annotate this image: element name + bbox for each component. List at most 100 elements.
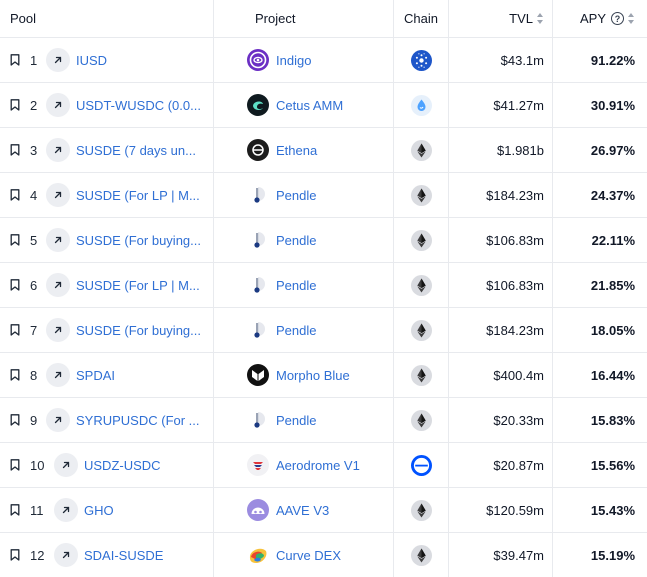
external-link-icon[interactable]: [54, 453, 78, 477]
column-header-chain[interactable]: Chain: [394, 0, 449, 37]
chain-cell: [394, 263, 449, 307]
external-link-icon[interactable]: [54, 543, 78, 567]
table-row[interactable]: 9 SYRUPUSDC (For ... Pendle $20.33m 15.83%: [0, 398, 647, 443]
external-link-icon[interactable]: [46, 318, 70, 342]
pool-link[interactable]: GHO: [84, 503, 114, 518]
table-row[interactable]: 4 SUSDE (For LP | M... Pendle $184.23m 24.37…: [0, 173, 647, 218]
apy-cell: 15.19%: [553, 533, 647, 577]
bookmark-icon[interactable]: [10, 504, 30, 516]
table-row[interactable]: 12 SDAI-SUSDE Curve DEX $39.47m 15.19%: [0, 533, 647, 577]
external-link-icon[interactable]: [46, 183, 70, 207]
table-row[interactable]: 10 USDZ-USDC Aerodrome V1 $20.87m 15.56%: [0, 443, 647, 488]
table-header: Pool Project Chain TVL APY ?: [0, 0, 647, 38]
ethereum-icon[interactable]: [410, 499, 432, 521]
project-link[interactable]: AAVE V3: [276, 503, 329, 518]
pool-link[interactable]: SDAI-SUSDE: [84, 548, 163, 563]
bookmark-icon[interactable]: [10, 144, 30, 156]
bookmark-icon[interactable]: [10, 549, 30, 561]
ethereum-icon[interactable]: [410, 139, 432, 161]
bookmark-icon[interactable]: [10, 414, 30, 426]
table-row[interactable]: 3 SUSDE (7 days un... Ethena $1.981b 26.97%: [0, 128, 647, 173]
external-link-icon[interactable]: [46, 228, 70, 252]
pool-link[interactable]: SUSDE (For buying...: [76, 233, 201, 248]
sort-icon[interactable]: [628, 13, 635, 24]
pool-link[interactable]: SUSDE (For LP | M...: [76, 278, 200, 293]
ethereum-icon[interactable]: [410, 544, 432, 566]
tvl-value: $39.47m: [493, 547, 544, 563]
project-link[interactable]: Curve DEX: [276, 548, 341, 563]
project-link[interactable]: Pendle: [276, 413, 316, 428]
project-link[interactable]: Indigo: [276, 53, 311, 68]
sort-icon[interactable]: [537, 13, 544, 24]
tvl-cell: $43.1m: [449, 38, 553, 82]
tvl-value: $120.59m: [486, 502, 544, 518]
bookmark-icon[interactable]: [10, 279, 30, 291]
bookmark-icon[interactable]: [10, 324, 30, 336]
column-header-apy[interactable]: APY ?: [553, 0, 647, 37]
pendle-icon: [247, 229, 269, 251]
bookmark-icon[interactable]: [10, 54, 30, 66]
table-row[interactable]: 6 SUSDE (For LP | M... Pendle $106.83m 21.85…: [0, 263, 647, 308]
bookmark-icon[interactable]: [10, 99, 30, 111]
column-header-pool[interactable]: Pool: [0, 0, 214, 37]
cardano-icon[interactable]: [410, 49, 432, 71]
project-cell: Ethena: [214, 128, 394, 172]
bookmark-icon[interactable]: [10, 369, 30, 381]
apy-header-label: APY: [579, 11, 606, 26]
table-row[interactable]: 8 SPDAI Morpho Blue $400.4m 16.44%: [0, 353, 647, 398]
bookmark-icon[interactable]: [10, 189, 30, 201]
pool-link[interactable]: SYRUPUSDC (For ...: [76, 413, 200, 428]
pool-link[interactable]: USDT-WUSDC (0.0...: [76, 98, 201, 113]
project-link[interactable]: Ethena: [276, 143, 317, 158]
external-link-icon[interactable]: [46, 48, 70, 72]
project-link[interactable]: Pendle: [276, 233, 316, 248]
pool-link[interactable]: SPDAI: [76, 368, 115, 383]
pool-cell: 1 IUSD: [0, 38, 214, 82]
project-link[interactable]: Aerodrome V1: [276, 458, 360, 473]
column-header-project[interactable]: Project: [214, 0, 394, 37]
bookmark-icon[interactable]: [10, 459, 30, 471]
base-icon[interactable]: [410, 454, 432, 476]
pool-link[interactable]: SUSDE (For buying...: [76, 323, 201, 338]
table-row[interactable]: 2 USDT-WUSDC (0.0... Cetus AMM $41.27m 30.91…: [0, 83, 647, 128]
table-row[interactable]: 7 SUSDE (For buying... Pendle $184.23m 18.05…: [0, 308, 647, 353]
external-link-icon[interactable]: [46, 93, 70, 117]
tvl-value: $1.981b: [497, 142, 544, 158]
bookmark-icon[interactable]: [10, 234, 30, 246]
help-icon[interactable]: ?: [611, 12, 624, 25]
pool-link[interactable]: SUSDE (For LP | M...: [76, 188, 200, 203]
tvl-cell: $106.83m: [449, 218, 553, 262]
ethereum-icon[interactable]: [410, 229, 432, 251]
pool-link[interactable]: USDZ-USDC: [84, 458, 161, 473]
ethereum-icon[interactable]: [410, 184, 432, 206]
tvl-value: $20.33m: [493, 412, 544, 428]
external-link-icon[interactable]: [46, 363, 70, 387]
project-link[interactable]: Pendle: [276, 278, 316, 293]
ethereum-icon[interactable]: [410, 274, 432, 296]
table-row[interactable]: 1 IUSD Indigo $43.1m 91.22%: [0, 38, 647, 83]
ethereum-icon[interactable]: [410, 319, 432, 341]
pendle-icon: [247, 319, 269, 341]
ethereum-icon[interactable]: [410, 409, 432, 431]
project-cell: Aerodrome V1: [214, 443, 394, 487]
project-link[interactable]: Morpho Blue: [276, 368, 350, 383]
tvl-value: $184.23m: [486, 322, 544, 338]
rank-number: 10: [30, 457, 45, 473]
project-cell: Pendle: [214, 263, 394, 307]
apy-cell: 24.37%: [553, 173, 647, 217]
project-link[interactable]: Pendle: [276, 323, 316, 338]
pool-link[interactable]: SUSDE (7 days un...: [76, 143, 196, 158]
project-link[interactable]: Pendle: [276, 188, 316, 203]
external-link-icon[interactable]: [46, 273, 70, 297]
external-link-icon[interactable]: [54, 498, 78, 522]
column-header-tvl[interactable]: TVL: [449, 0, 553, 37]
external-link-icon[interactable]: [46, 408, 70, 432]
external-link-icon[interactable]: [46, 138, 70, 162]
rank-number: 5: [30, 232, 38, 248]
ethereum-icon[interactable]: [410, 364, 432, 386]
project-link[interactable]: Cetus AMM: [276, 98, 343, 113]
table-row[interactable]: 11 GHO AAVE V3 $120.59m 15.43%: [0, 488, 647, 533]
sui-icon[interactable]: [410, 94, 432, 116]
table-row[interactable]: 5 SUSDE (For buying... Pendle $106.83m 22.11…: [0, 218, 647, 263]
pool-link[interactable]: IUSD: [76, 53, 107, 68]
